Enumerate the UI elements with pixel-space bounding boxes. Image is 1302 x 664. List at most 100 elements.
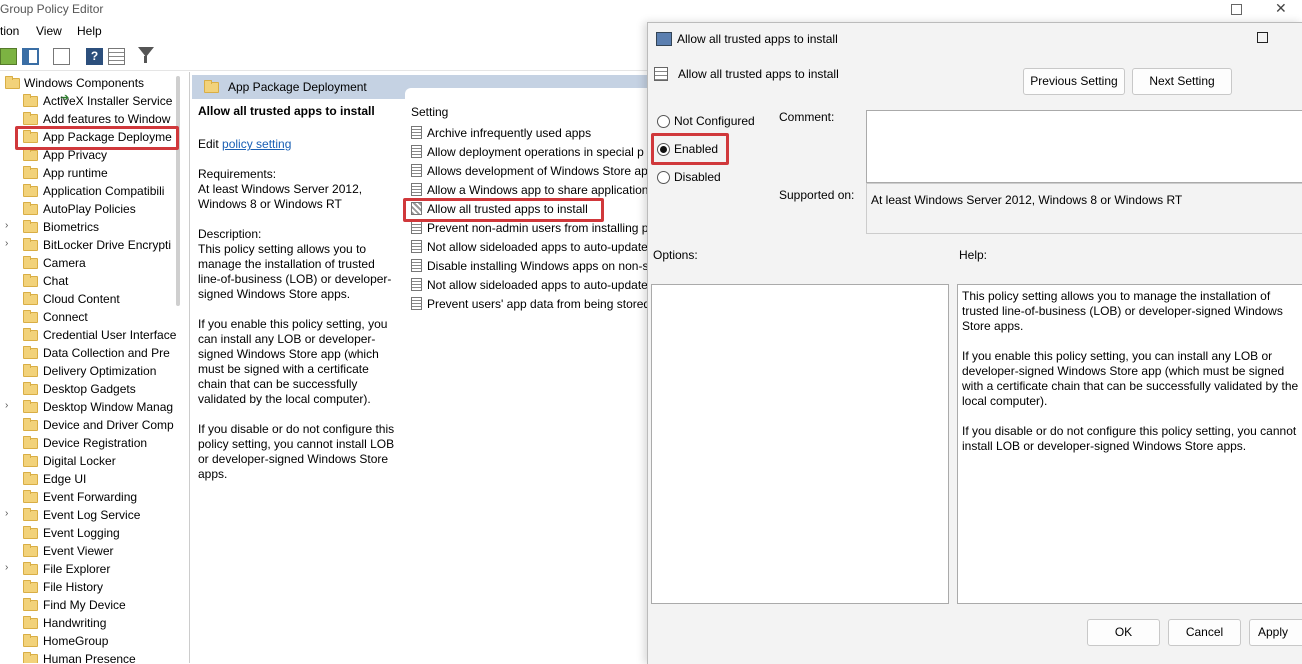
- tree-item[interactable]: Application Compatibili: [0, 182, 189, 200]
- tree-item[interactable]: Find My Device: [0, 596, 189, 614]
- chevron-right-icon[interactable]: ›: [5, 238, 8, 249]
- cancel-button[interactable]: Cancel: [1168, 619, 1241, 646]
- desc-p2: If you enable this policy setting, you c…: [198, 317, 388, 406]
- tree-item-label: Event Log Service: [43, 508, 141, 522]
- restore-icon[interactable]: [1231, 4, 1242, 15]
- tree-item[interactable]: Chat: [0, 272, 189, 290]
- tree-item[interactable]: › BitLocker Drive Encrypti: [0, 236, 189, 254]
- tree-item-label: Cloud Content: [43, 292, 120, 306]
- policy-description-pane: Allow all trusted apps to install Edit p…: [198, 104, 398, 497]
- folder-icon: [23, 652, 38, 663]
- tree-item[interactable]: Edge UI: [0, 470, 189, 488]
- tree-item[interactable]: Camera: [0, 254, 189, 272]
- tree-item[interactable]: › File Explorer: [0, 560, 189, 578]
- tree-item-label: Event Forwarding: [43, 490, 138, 504]
- tree-item[interactable]: Device and Driver Comp: [0, 416, 189, 434]
- tree-item[interactable]: Event Viewer: [0, 542, 189, 560]
- setting-row[interactable]: Prevent users' app data from being store…: [404, 295, 650, 313]
- radio-not-configured-label[interactable]: Not Configured: [674, 114, 755, 128]
- tree-item[interactable]: Desktop Gadgets: [0, 380, 189, 398]
- chevron-right-icon[interactable]: ›: [5, 220, 8, 231]
- comment-textarea[interactable]: [866, 110, 1302, 183]
- tree-item[interactable]: › Biometrics: [0, 218, 189, 236]
- menu-action[interactable]: tion: [0, 24, 19, 38]
- folder-icon: [23, 454, 38, 467]
- tree-item[interactable]: › Event Log Service: [0, 506, 189, 524]
- tree-item[interactable]: Event Forwarding: [0, 488, 189, 506]
- tree-item-label: Desktop Window Manag: [43, 400, 174, 414]
- tree-item[interactable]: › Desktop Window Manag: [0, 398, 189, 416]
- detail-header-title: App Package Deployment: [228, 80, 367, 94]
- tree-item[interactable]: Handwriting: [0, 614, 189, 632]
- setting-selected-highlight: [403, 198, 604, 222]
- setting-row[interactable]: Allow deployment operations in special p: [404, 143, 650, 161]
- tree-item[interactable]: Connect: [0, 308, 189, 326]
- menu-view[interactable]: View: [36, 24, 62, 38]
- apply-button[interactable]: Apply: [1249, 619, 1302, 646]
- tree-pane: Windows Components ActiveX Installer Serv…: [0, 72, 190, 663]
- tree-scrollbar[interactable]: [176, 76, 180, 306]
- folder-icon: [23, 580, 38, 593]
- policy-setting-icon: [411, 297, 422, 310]
- setting-row[interactable]: Archive infrequently used apps: [404, 124, 650, 142]
- folder-icon: [23, 508, 38, 521]
- tree-item[interactable]: Digital Locker: [0, 452, 189, 470]
- filter-stem: [144, 56, 147, 63]
- tree-item[interactable]: Device Registration: [0, 434, 189, 452]
- radio-not-configured[interactable]: [657, 115, 670, 128]
- setting-row[interactable]: Allow a Windows app to share application: [404, 181, 650, 199]
- tree-item-label: File History: [43, 580, 104, 594]
- setting-row[interactable]: Not allow sideloaded apps to auto-update: [404, 238, 650, 256]
- tree-item-label: Data Collection and Pre: [43, 346, 170, 360]
- policy-setting-icon: [411, 259, 422, 272]
- folder-icon: [23, 346, 38, 359]
- help-icon[interactable]: ?: [86, 48, 103, 65]
- tree-item-label: Application Compatibili: [43, 184, 165, 198]
- requirements-text: At least Windows Server 2012, Windows 8 …: [198, 182, 363, 211]
- tree-item[interactable]: AutoPlay Policies: [0, 200, 189, 218]
- tree-item[interactable]: Cloud Content: [0, 290, 189, 308]
- folder-icon: [23, 112, 38, 125]
- tree-item[interactable]: Credential User Interface: [0, 326, 189, 344]
- export-list-icon[interactable]: [53, 48, 70, 65]
- setting-label: Prevent users' app data from being store…: [427, 297, 650, 311]
- show-hide-tree-icon[interactable]: [22, 48, 39, 65]
- tree-item[interactable]: App runtime: [0, 164, 189, 182]
- chevron-right-icon[interactable]: ›: [5, 562, 8, 573]
- tree-item-label: Find My Device: [43, 598, 126, 612]
- chevron-right-icon[interactable]: ›: [5, 400, 8, 411]
- tree-item-label: Event Viewer: [43, 544, 114, 558]
- up-folder-icon[interactable]: [0, 48, 17, 65]
- setting-label: Allow a Windows app to share application: [427, 183, 649, 197]
- setting-row[interactable]: Disable installing Windows apps on non-s: [404, 257, 650, 275]
- maximize-icon[interactable]: [1257, 32, 1268, 43]
- tree-item[interactable]: ActiveX Installer Service: [0, 92, 189, 110]
- tree-item[interactable]: Human Presence: [0, 650, 189, 663]
- options-label: Options:: [653, 248, 698, 262]
- setting-row[interactable]: Allows development of Windows Store ap: [404, 162, 650, 180]
- policy-setting-icon: [411, 183, 422, 196]
- radio-disabled-label[interactable]: Disabled: [674, 170, 721, 184]
- tree-item[interactable]: HomeGroup: [0, 632, 189, 650]
- comment-label: Comment:: [779, 110, 835, 124]
- radio-disabled[interactable]: [657, 171, 670, 184]
- close-icon[interactable]: ✕: [1275, 0, 1287, 17]
- tree-item[interactable]: Data Collection and Pre: [0, 344, 189, 362]
- chevron-right-icon[interactable]: ›: [5, 508, 8, 519]
- menu-help[interactable]: Help: [77, 24, 102, 38]
- ok-button[interactable]: OK: [1087, 619, 1160, 646]
- tree-item-windows-components[interactable]: Windows Components: [0, 74, 189, 92]
- tree-item[interactable]: Delivery Optimization: [0, 362, 189, 380]
- supported-on-value: At least Windows Server 2012, Windows 8 …: [871, 193, 1183, 207]
- next-setting-button[interactable]: Next Setting: [1132, 68, 1232, 95]
- tree-item[interactable]: File History: [0, 578, 189, 596]
- folder-icon: [23, 616, 38, 629]
- edit-policy-link[interactable]: policy setting: [222, 137, 291, 151]
- setting-row[interactable]: Not allow sideloaded apps to auto-update: [404, 276, 650, 294]
- tree-item[interactable]: Event Logging: [0, 524, 189, 542]
- previous-setting-button[interactable]: Previous Setting: [1023, 68, 1125, 95]
- folder-icon: [23, 202, 38, 215]
- setting-column-header[interactable]: Setting: [411, 105, 448, 119]
- tree-selected-highlight: [15, 126, 179, 150]
- properties-icon[interactable]: [108, 48, 125, 65]
